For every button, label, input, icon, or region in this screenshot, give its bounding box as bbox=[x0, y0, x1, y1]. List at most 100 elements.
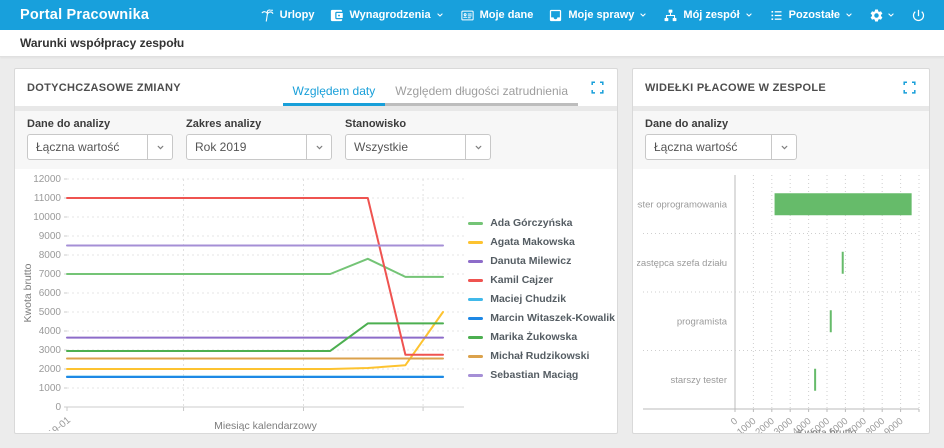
legend-label: Agata Makowska bbox=[490, 236, 575, 248]
chevron-down-icon bbox=[746, 13, 752, 17]
right-panel-title: WIDEŁKI PŁACOWE W ZESPOLE bbox=[645, 81, 827, 94]
nav-item-label: Moje dane bbox=[479, 9, 534, 21]
chevron-down-icon bbox=[844, 10, 854, 20]
tab-wzgledem-dlugosci-zatrudnienia[interactable]: Względem długości zatrudnienia bbox=[385, 75, 578, 106]
chevron-down-icon bbox=[886, 10, 896, 20]
filter-zakres-analizy: Zakres analizy Rok 2019 bbox=[186, 118, 332, 160]
chevron-down-icon bbox=[781, 145, 787, 149]
chevron-down-icon bbox=[157, 145, 163, 149]
select-stanowisko[interactable]: Wszystkie bbox=[345, 134, 491, 160]
filter-dane-do-analizy: Dane do analizy Łączna wartość bbox=[645, 118, 797, 160]
panel-widelki-placowe: WIDEŁKI PŁACOWE W ZESPOLE Dane do analiz… bbox=[632, 68, 930, 434]
legend-label: Danuta Milewicz bbox=[490, 255, 572, 267]
legend-label: Michał Rudzikowski bbox=[490, 350, 590, 362]
svg-text:tester oprogramowania: tester oprogramowania bbox=[637, 199, 728, 210]
chevron-down-icon bbox=[475, 145, 481, 149]
wallet-icon bbox=[331, 9, 344, 21]
legend-label: Marika Żukowska bbox=[490, 331, 578, 343]
select-value: Wszystkie bbox=[354, 140, 408, 154]
chevron-down-icon bbox=[888, 13, 894, 17]
legend-item-marcin-witaszek-kowalik[interactable]: Marcin Witaszek-Kowalik bbox=[468, 312, 615, 324]
nav-item-moje-sprawy[interactable]: Moje sprawy bbox=[548, 8, 648, 23]
chevron-down-icon bbox=[771, 135, 796, 159]
chevron-down-icon bbox=[465, 135, 490, 159]
svg-text:1000: 1000 bbox=[39, 383, 62, 394]
svg-text:8000: 8000 bbox=[39, 250, 62, 261]
svg-text:starszy tester: starszy tester bbox=[671, 375, 728, 386]
legend-label: Kamil Cajzer bbox=[490, 274, 554, 286]
tab-wzgledem-daty[interactable]: Względem daty bbox=[282, 75, 386, 106]
right-panel-header: WIDEŁKI PŁACOWE W ZESPOLE bbox=[633, 69, 929, 106]
nav-item-label: Wynagrodzenia bbox=[349, 9, 431, 21]
nav-item-moj-zespol[interactable]: Mój zespół bbox=[663, 8, 753, 23]
legend-item-agata-makowska[interactable]: Agata Makowska bbox=[468, 236, 615, 248]
svg-text:3000: 3000 bbox=[39, 345, 62, 356]
legend-swatch bbox=[468, 278, 484, 282]
nav-item-urlopy[interactable]: Urlopy bbox=[260, 8, 315, 23]
chevron-down-icon bbox=[640, 13, 647, 17]
fullscreen-icon[interactable] bbox=[902, 80, 917, 95]
list-icon bbox=[771, 10, 782, 20]
select-value: Rok 2019 bbox=[195, 140, 247, 154]
legend-label: Ada Górczyńska bbox=[490, 217, 573, 229]
select-zakres-analizy[interactable]: Rok 2019 bbox=[186, 134, 332, 160]
app-title: Portal Pracownika bbox=[20, 7, 150, 23]
nav-item-label: Urlopy bbox=[279, 9, 315, 21]
legend-item-marika-zukowska[interactable]: Marika Żukowska bbox=[468, 331, 615, 343]
bar-chart-svg: tester oprogramowania zastępca szefa dzia… bbox=[637, 175, 920, 434]
legend-item-kamil-cajzer[interactable]: Kamil Cajzer bbox=[468, 274, 615, 286]
legend-item-michal-rudzikowski[interactable]: Michał Rudzikowski bbox=[468, 350, 615, 362]
chevron-down-icon bbox=[436, 13, 443, 17]
select-value: Łączna wartość bbox=[654, 140, 738, 154]
gear-icon bbox=[870, 9, 883, 21]
right-panel-filters: Dane do analizy Łączna wartość bbox=[633, 106, 929, 169]
nav-item-moje-dane[interactable]: Moje dane bbox=[460, 8, 534, 23]
legend-item-sebastian-maciag[interactable]: Sebastian Maciąg bbox=[468, 369, 615, 381]
legend-swatch bbox=[468, 354, 484, 358]
left-panel-title: DOTYCHCZASOWE ZMIANY bbox=[27, 81, 181, 94]
select-dane-do-analizy[interactable]: Łączna wartość bbox=[645, 134, 797, 160]
power-icon bbox=[912, 9, 925, 21]
range-bar-zastepca-szefa-dzialu bbox=[841, 251, 844, 274]
left-panel-tabs: Względem daty Względem długości zatrudnie… bbox=[282, 75, 578, 106]
legend-item-ada-gorczynska[interactable]: Ada Górczyńska bbox=[468, 217, 615, 229]
svg-text:2019-01: 2019-01 bbox=[38, 415, 74, 431]
legend-item-maciej-chudzik[interactable]: Maciej Chudzik bbox=[468, 293, 615, 305]
nav-item-pozostale[interactable]: Pozostałe bbox=[769, 8, 854, 23]
range-bar-starszy-tester bbox=[814, 368, 817, 391]
filter-label: Dane do analizy bbox=[27, 118, 111, 130]
legend-swatch bbox=[468, 297, 484, 301]
legend-swatch bbox=[468, 259, 484, 263]
svg-text:4000: 4000 bbox=[39, 326, 62, 337]
legend-label: Sebastian Maciąg bbox=[490, 369, 579, 381]
legend-swatch bbox=[468, 335, 484, 339]
filter-dane-do-analizy: Dane do analizy Łączna wartość bbox=[27, 118, 173, 160]
left-panel-header: DOTYCHCZASOWE ZMIANY Względem daty Względ… bbox=[15, 69, 617, 106]
breadcrumb: Warunki współpracy zespołu bbox=[20, 36, 185, 50]
svg-text:Kwota brutto: Kwota brutto bbox=[798, 427, 857, 434]
filter-label: Zakres analizy bbox=[186, 118, 262, 130]
filter-label: Dane do analizy bbox=[645, 118, 729, 130]
svg-text:5000: 5000 bbox=[39, 307, 62, 318]
panel-dotychczasowe-zmiany: DOTYCHCZASOWE ZMIANY Względem daty Względ… bbox=[14, 68, 618, 434]
svg-text:7000: 7000 bbox=[39, 269, 62, 280]
svg-text:10000: 10000 bbox=[33, 212, 61, 223]
org-chart-icon bbox=[664, 9, 677, 21]
chevron-down-icon bbox=[316, 145, 322, 149]
svg-text:9000: 9000 bbox=[39, 231, 62, 242]
chevron-down-icon bbox=[147, 135, 172, 159]
settings-button[interactable] bbox=[869, 8, 896, 23]
range-bar-tester-oprogramowania bbox=[774, 193, 912, 216]
svg-text:2000: 2000 bbox=[39, 364, 62, 375]
bar-chart-area: tester oprogramowania zastępca szefa dzia… bbox=[633, 169, 929, 434]
navbar-menu: Urlopy Wynagrodzenia Moje dane Moje sprawy M… bbox=[260, 8, 926, 23]
select-value: Łączna wartość bbox=[36, 140, 120, 154]
filter-label: Stanowisko bbox=[345, 118, 407, 130]
legend-item-danuta-milewicz[interactable]: Danuta Milewicz bbox=[468, 255, 615, 267]
nav-item-wynagrodzenia[interactable]: Wynagrodzenia bbox=[329, 8, 444, 23]
nav-item-label: Mój zespół bbox=[683, 9, 740, 21]
fullscreen-icon[interactable] bbox=[590, 80, 605, 95]
select-dane-do-analizy[interactable]: Łączna wartość bbox=[27, 134, 173, 160]
legend-swatch bbox=[468, 316, 484, 320]
logout-button[interactable] bbox=[911, 8, 926, 23]
